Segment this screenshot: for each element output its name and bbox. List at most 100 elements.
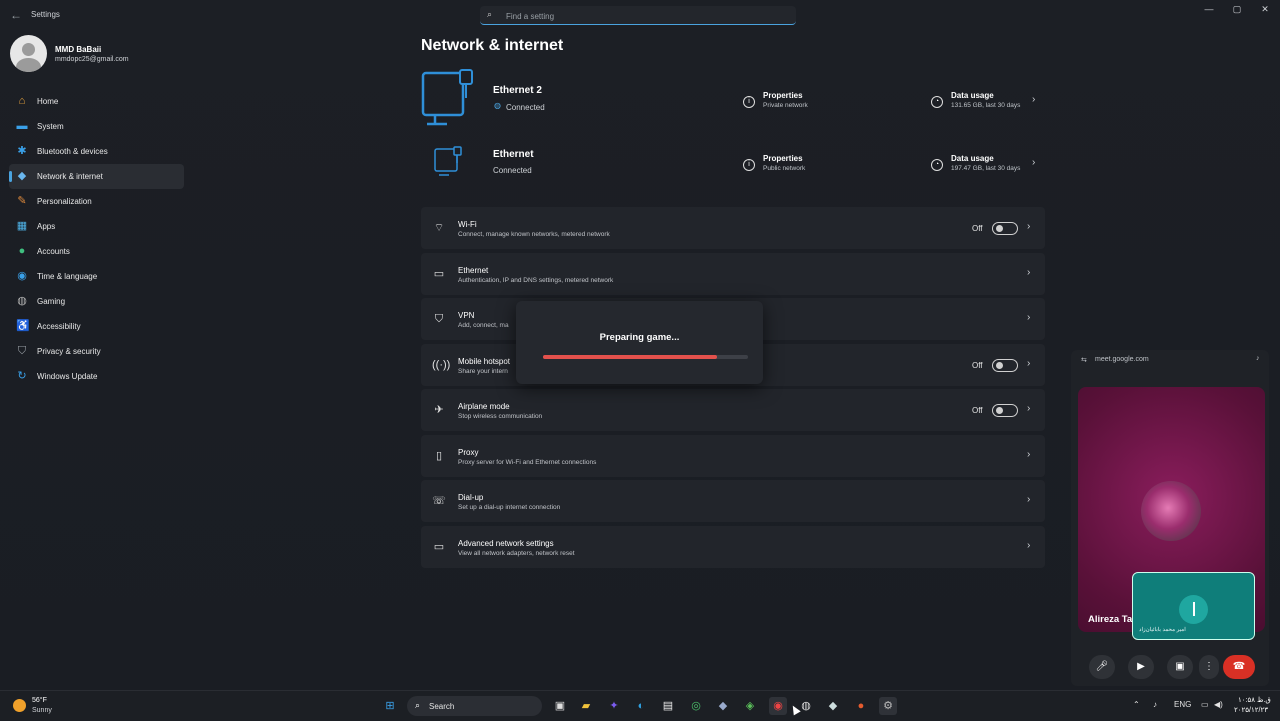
sidebar-item-label: Bluetooth & devices bbox=[37, 147, 108, 156]
sidebar-item-label: Home bbox=[37, 97, 59, 106]
xbox-icon[interactable]: ◎ bbox=[687, 697, 705, 715]
wifi-icon: ⌔ bbox=[433, 222, 445, 234]
row-subtitle: Connect, manage known networks, metered … bbox=[458, 231, 610, 238]
connection-status: Connected bbox=[493, 166, 532, 175]
row-title: VPN bbox=[458, 311, 475, 320]
mic-button[interactable]: 🎤︎ bbox=[1089, 655, 1115, 679]
participant-name: Alireza Ta bbox=[1088, 614, 1133, 625]
ethernet-icon: ▭ bbox=[433, 267, 445, 280]
sidebar-item-apps[interactable]: ▦ Apps bbox=[9, 214, 184, 239]
volume-icon[interactable]: ◀) bbox=[1214, 700, 1223, 709]
data-usage-value: 131.65 GB, last 30 days bbox=[951, 102, 1021, 109]
settings-row-airplane-mode[interactable]: ✈ Airplane mode Stop wireless communicat… bbox=[421, 389, 1045, 431]
sidebar-item-accessibility[interactable]: ♿ Accessibility bbox=[9, 314, 184, 339]
search-box[interactable]: ⌕ bbox=[480, 6, 796, 25]
sidebar-item-home[interactable]: ⌂ Home bbox=[9, 89, 184, 114]
sidebar-item-label: Accounts bbox=[37, 247, 70, 256]
participant-avatar bbox=[1141, 481, 1201, 541]
sidebar-item-bluetooth[interactable]: ✱ Bluetooth & devices bbox=[9, 139, 184, 164]
end-call-button[interactable]: ☎ bbox=[1223, 655, 1255, 679]
more-options-button[interactable]: ⋮ bbox=[1199, 655, 1219, 679]
site-settings-icon[interactable]: ⇆ bbox=[1081, 356, 1087, 364]
sidebar-item-label: Personalization bbox=[37, 197, 92, 206]
app-icon[interactable]: ◈ bbox=[741, 697, 759, 715]
ethernet-large-icon bbox=[421, 69, 473, 126]
clock-date[interactable]: ۲۰۲۵/۱۲/۲۳ bbox=[1234, 706, 1268, 714]
chevron-up-icon[interactable]: ⌃ bbox=[1133, 700, 1140, 709]
task-view-icon[interactable]: ▣ bbox=[551, 697, 569, 715]
monitor-icon: ▬ bbox=[16, 120, 28, 132]
row-subtitle: Proxy server for Wi-Fi and Ethernet conn… bbox=[458, 458, 597, 466]
chevron-right-icon: › bbox=[1027, 448, 1031, 460]
avatar[interactable] bbox=[10, 35, 47, 72]
airplane-toggle[interactable] bbox=[992, 404, 1018, 417]
weather-temp[interactable]: 56°F bbox=[32, 697, 47, 704]
file-explorer-icon[interactable]: ▰ bbox=[577, 697, 595, 715]
settings-row-proxy[interactable]: ▯ Proxy Proxy server for Wi-Fi and Ether… bbox=[421, 434, 1045, 477]
settings-row-advanced[interactable]: ▭ Advanced network settings View all net… bbox=[421, 525, 1045, 568]
clock-time[interactable]: ۱۰:۵۸ ق.ظ bbox=[1238, 696, 1271, 704]
back-arrow-icon[interactable]: ← bbox=[10, 8, 22, 22]
info-icon: i bbox=[743, 159, 755, 171]
sidebar-item-personalization[interactable]: ✎ Personalization bbox=[9, 189, 184, 214]
hotspot-toggle[interactable] bbox=[992, 358, 1018, 372]
language-indicator[interactable]: ENG bbox=[1174, 700, 1191, 709]
sidebar-item-gaming[interactable]: ◍ Gaming bbox=[9, 289, 184, 314]
game-launcher-icon[interactable]: ● bbox=[852, 697, 870, 715]
sun-icon[interactable] bbox=[13, 699, 26, 712]
camera-button[interactable]: ▶ bbox=[1128, 655, 1154, 679]
close-button[interactable]: ✕ bbox=[1256, 4, 1274, 18]
settings-row-ethernet[interactable]: ▭ Ethernet Authentication, IP and DNS se… bbox=[421, 252, 1045, 295]
row-subtitle: Stop wireless communication bbox=[458, 413, 543, 420]
globe-icon: ◉ bbox=[17, 270, 27, 282]
properties-label: Properties bbox=[763, 154, 803, 163]
network-icon[interactable]: ▭ bbox=[1201, 700, 1209, 709]
mic-icon[interactable]: ♪ bbox=[1153, 700, 1157, 709]
sidebar-item-system[interactable]: ▬ System bbox=[9, 114, 184, 139]
meet-pip-window[interactable]: ⇆ meet.google.com ♪ Alireza Ta امیر محمد… bbox=[1071, 350, 1269, 686]
search-icon: ⌕ bbox=[487, 9, 493, 19]
windows-start-icon[interactable]: ⊞ bbox=[381, 697, 399, 715]
chrome-icon[interactable]: ◉ bbox=[769, 697, 787, 715]
edge-icon[interactable]: ◐ bbox=[632, 697, 650, 715]
properties-label: Properties bbox=[763, 91, 803, 100]
sidebar-item-network[interactable]: ◆ Network & internet bbox=[9, 164, 184, 189]
steam-icon[interactable]: ◆ bbox=[714, 697, 732, 715]
sidebar-item-label: Time & language bbox=[37, 272, 98, 281]
settings-row-dial-up[interactable]: ☏ Dial-up Set up a dial-up internet conn… bbox=[421, 480, 1045, 522]
sidebar-item-label: Accessibility bbox=[37, 322, 81, 331]
row-title: Ethernet bbox=[458, 265, 489, 275]
sidebar-item-windows-update[interactable]: ↻ Windows Update bbox=[9, 364, 184, 389]
chevron-right-icon[interactable]: › bbox=[1032, 157, 1035, 168]
steam-icon-2[interactable]: ◆ bbox=[824, 697, 842, 715]
data-usage-label: Data usage bbox=[951, 154, 994, 163]
data-usage-icon: ◔ bbox=[931, 96, 943, 108]
self-view-tile[interactable]: امیر محمد بابائیان‌زاد bbox=[1132, 572, 1255, 640]
sidebar-item-accounts[interactable]: ● Accounts bbox=[9, 239, 184, 264]
sidebar-item-privacy[interactable]: ⛉ Privacy & security bbox=[9, 339, 184, 364]
chevron-right-icon: › bbox=[1027, 494, 1031, 505]
row-subtitle: Authentication, IP and DNS settings, met… bbox=[458, 276, 614, 284]
present-button[interactable]: ▣ bbox=[1167, 655, 1193, 679]
app-icon-2[interactable]: ◍ bbox=[797, 697, 815, 715]
weather-condition[interactable]: Sunny bbox=[32, 707, 52, 714]
taskbar-search[interactable]: ⌕ Search bbox=[407, 696, 542, 716]
wifi-toggle[interactable] bbox=[992, 222, 1018, 235]
search-input[interactable] bbox=[504, 8, 788, 24]
network-type: Public network bbox=[763, 165, 806, 172]
settings-row-wifi[interactable]: ⌔ Wi-Fi Connect, manage known networks, … bbox=[421, 207, 1045, 249]
maximize-button[interactable]: ▢ bbox=[1228, 4, 1246, 18]
mic-icon: ♪ bbox=[1256, 355, 1260, 362]
settings-gear-icon[interactable]: ⚙ bbox=[879, 697, 897, 715]
sidebar-item-time-language[interactable]: ◉ Time & language bbox=[9, 264, 184, 289]
copilot-icon[interactable]: ✦ bbox=[605, 697, 623, 715]
info-icon: i bbox=[743, 96, 755, 108]
proxy-icon: ▯ bbox=[435, 449, 443, 462]
sidebar-item-label: Privacy & security bbox=[37, 347, 101, 356]
store-icon[interactable]: ▤ bbox=[659, 697, 677, 715]
taskbar-search-label: Search bbox=[429, 702, 455, 711]
title-bar: ← Settings ⌕ — ▢ ✕ bbox=[0, 0, 1280, 30]
chevron-right-icon[interactable]: › bbox=[1032, 94, 1035, 105]
minimize-button[interactable]: — bbox=[1200, 4, 1218, 18]
self-name: امیر محمد بابائیان‌زاد bbox=[1139, 627, 1186, 633]
